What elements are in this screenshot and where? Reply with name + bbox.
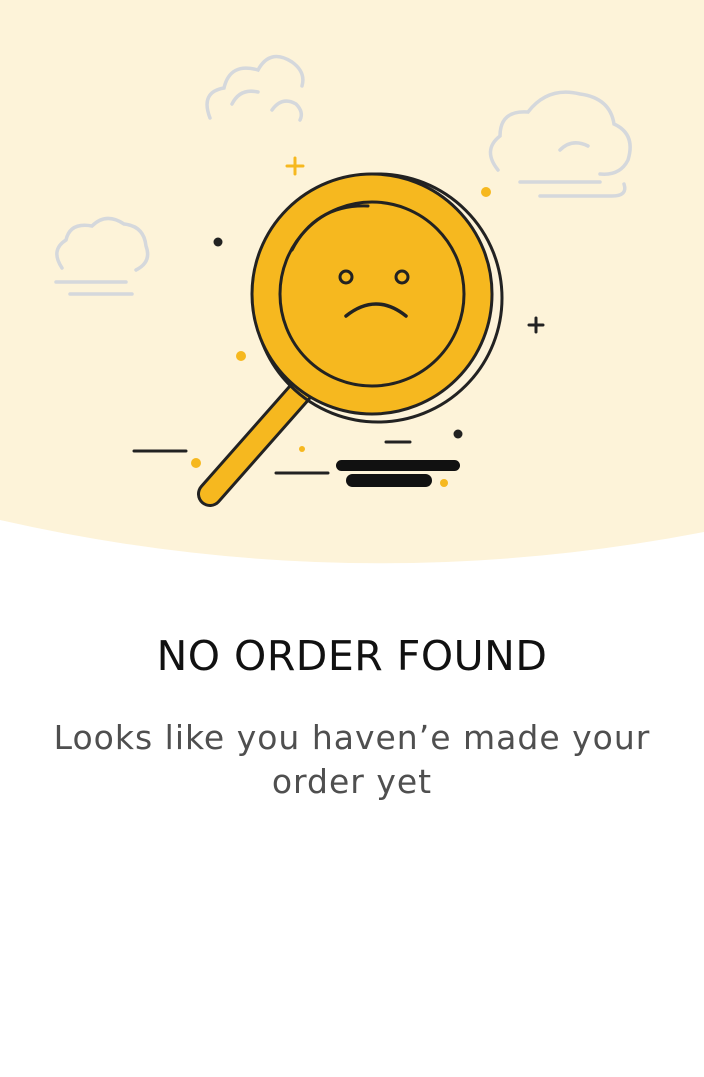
dot-icon	[191, 458, 201, 468]
dot-icon	[440, 479, 448, 487]
dot-icon	[453, 429, 463, 439]
empty-state-title: NO ORDER FOUND	[156, 632, 548, 680]
dot-icon	[299, 446, 305, 452]
dot-icon	[481, 187, 491, 197]
empty-orders-screen: NO ORDER FOUND Looks like you haven’e ma…	[0, 0, 704, 1077]
illustration-area	[0, 0, 704, 600]
dot-icon	[236, 351, 246, 361]
dot-icon	[213, 237, 223, 247]
illustration	[0, 0, 704, 564]
empty-state-message: Looks like you haven’e made your order y…	[53, 718, 651, 801]
